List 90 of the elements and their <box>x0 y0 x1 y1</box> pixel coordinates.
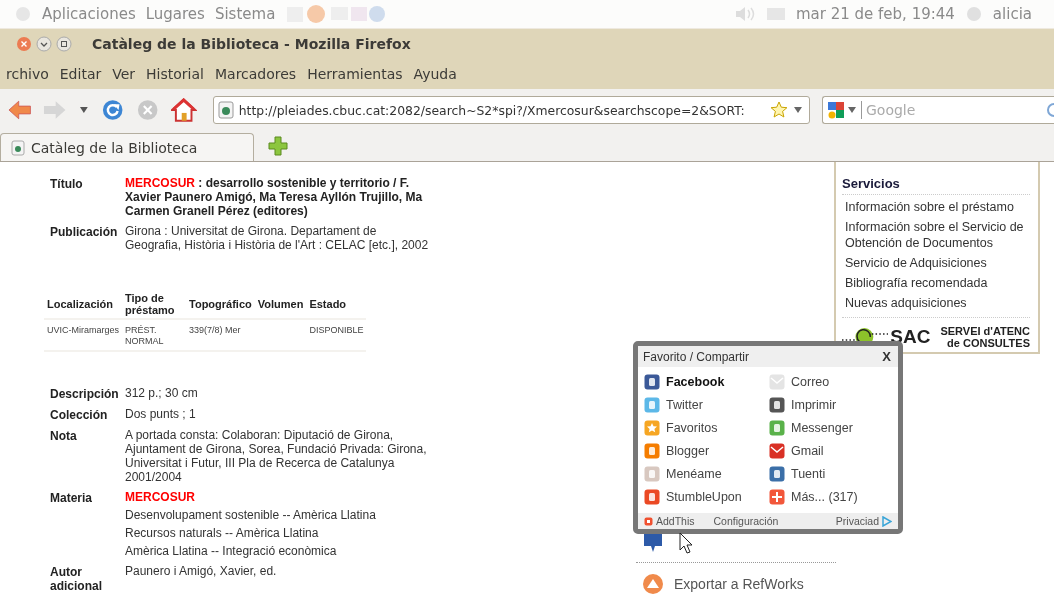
window-title: Catàleg de la Biblioteca - Mozilla Firefox <box>92 36 411 52</box>
column-header: Volumen <box>257 298 304 310</box>
field-value: 312 p.; 30 cm <box>125 386 199 400</box>
column-header: Tipo de préstamo <box>125 292 175 316</box>
reload-icon[interactable] <box>100 98 124 122</box>
browser-tab[interactable]: Catàleg de la Biblioteca <box>0 133 254 161</box>
menu-item[interactable]: Editar <box>59 66 102 82</box>
home-icon[interactable] <box>171 98 197 122</box>
menu-item[interactable]: rchivo <box>6 66 49 82</box>
sidebar-link[interactable]: Servicio de Adquisiciones <box>845 255 1030 271</box>
share-option[interactable]: StumbleUpon <box>666 490 742 504</box>
sidebar-link[interactable]: Bibliografía recomendada <box>845 275 1030 291</box>
share-option[interactable]: Menéame <box>666 467 722 481</box>
field-value: Recursos naturals -- Amèrica Llatina <box>125 526 320 540</box>
share-option[interactable]: Blogger <box>666 444 710 458</box>
sidebar-link[interactable]: Información sobre el préstamo <box>845 199 1030 215</box>
minimize-icon[interactable] <box>36 36 52 52</box>
sidebar-heading: Servicios <box>842 176 1030 195</box>
search-field[interactable]: Google <box>822 96 1054 124</box>
logo-icon <box>644 516 653 526</box>
star-icon[interactable] <box>770 101 788 119</box>
back-arrow-icon[interactable] <box>8 99 32 121</box>
field-label: Materia <box>50 490 94 507</box>
banner-text: de CONSULTES <box>947 337 1030 349</box>
popup-title: Favorito / Compartir <box>643 349 750 364</box>
printer-icon[interactable] <box>769 397 785 413</box>
close-icon[interactable] <box>16 36 32 52</box>
field-value: Dos punts ; 1 <box>125 407 197 421</box>
star-icon[interactable] <box>644 420 660 436</box>
plus-icon[interactable] <box>769 489 785 505</box>
logo-icon[interactable] <box>644 489 660 505</box>
sidebar-link[interactable]: Información sobre el Servicio de Obtención de Documentos <box>845 219 1030 251</box>
column-header: Localización <box>47 298 114 310</box>
envelope-icon[interactable] <box>769 443 785 459</box>
footer-link[interactable]: Privaciad <box>835 515 879 527</box>
table-cell: 339(7/8) Mer <box>189 325 241 335</box>
share-option[interactable]: Tuenti <box>791 467 826 481</box>
menu-item[interactable]: Historial <box>146 66 204 82</box>
search-engine-icon[interactable] <box>827 101 857 119</box>
menu-item[interactable]: Ayuda <box>413 66 457 82</box>
menu-item[interactable]: Marcadores <box>214 66 297 82</box>
field-value: Desenvolupament sostenible -- Amèrica Llatina <box>125 508 377 522</box>
column-header: Estado <box>309 298 347 310</box>
play-icon[interactable] <box>882 515 892 527</box>
share-option[interactable]: Más... (317) <box>791 490 858 504</box>
action-link[interactable]: Exportar a RefWorks <box>674 576 804 592</box>
close-button[interactable]: X <box>880 349 893 364</box>
field-label: Descripción <box>50 386 120 401</box>
field-value: Girona : Universitat de Girona. Departament de Geografia, Història i Història de l'Art : CELAC [etc.], 2002 <box>125 224 430 252</box>
table-cell: DISPONIBLE <box>309 325 364 335</box>
share-option[interactable]: Facebook <box>666 375 725 389</box>
export-icon[interactable] <box>642 573 664 595</box>
footer-link[interactable]: AddThis <box>656 515 695 527</box>
field-label: Nota <box>50 428 78 445</box>
maximize-icon[interactable] <box>56 36 72 52</box>
page-icon <box>11 139 25 156</box>
plus-icon[interactable] <box>268 136 288 156</box>
share-option[interactable]: Gmail <box>791 444 824 458</box>
dropdown-icon[interactable] <box>78 106 89 114</box>
subject-link[interactable]: MERCOSUR <box>125 490 430 504</box>
launcher-icon[interactable] <box>285 4 386 24</box>
field-value: Amèrica Llatina -- Integració econòmica <box>125 544 338 558</box>
record-title: MERCOSUR : desarrollo sostenible y territorio / F. Xavier Paunero Amigó, Ma Teresa Ayllón Trujillo, Ma Carmen Granell Pérez (editores) <box>125 176 424 218</box>
search-icon[interactable] <box>1046 102 1054 118</box>
stop-icon[interactable] <box>135 98 160 122</box>
user-name[interactable]: alicia <box>992 5 1032 23</box>
dropdown-icon[interactable] <box>793 106 803 114</box>
share-option[interactable]: Imprimir <box>791 398 837 412</box>
column-header: Topográfico <box>189 298 252 310</box>
table-cell: PRÉST. NORMAL <box>125 325 164 346</box>
site-icon <box>217 101 234 119</box>
share-option[interactable]: Twitter <box>666 398 703 412</box>
field-value: A portada consta: Colaboran: Diputació de Girona, Ajuntament de Girona, Sorea, Fundació Privada: Girona, Universitat i Futur, III Pla de Recerca de Catalunya 2001/2004 <box>125 428 428 484</box>
share-option[interactable]: Favoritos <box>666 421 718 435</box>
menu-item[interactable]: Ver <box>112 66 136 82</box>
menu-item[interactable]: Herramientas <box>307 66 403 82</box>
sidebar-link[interactable]: Nuevas adquisiciones <box>845 295 1030 311</box>
share-option[interactable]: Correo <box>791 375 830 389</box>
logo-icon[interactable] <box>769 466 785 482</box>
share-option[interactable]: Messenger <box>791 421 853 435</box>
field-label: Título <box>50 176 84 193</box>
table-cell: UVIC-Miramarges <box>47 325 119 335</box>
field-label: Autor adicional <box>50 564 103 593</box>
logo-icon[interactable] <box>644 374 660 390</box>
field-label: Colección <box>50 407 109 422</box>
address-bar[interactable]: http://pleiades.cbuc.cat:2082/search~S2*spi?/Xmercosur&searchscope=2&SORT: <box>212 96 810 124</box>
footer-link[interactable]: Configuración <box>713 515 779 527</box>
field-value: Paunero i Amigó, Xavier, ed. <box>125 564 278 578</box>
field-label: Publicación <box>50 224 119 241</box>
banner-text: SERVEI d'ATENC <box>940 325 1030 337</box>
